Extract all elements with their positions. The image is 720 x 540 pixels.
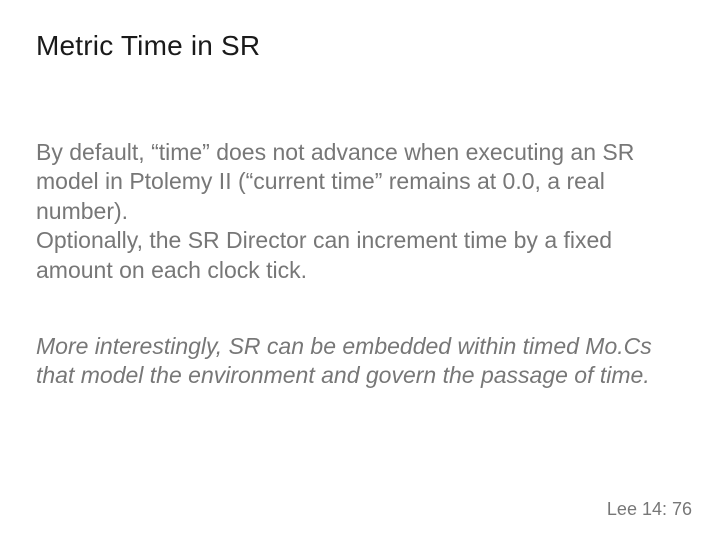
slide-footer: Lee 14: 76: [607, 499, 692, 520]
slide: Metric Time in SR By default, “time” doe…: [0, 0, 720, 540]
slide-title: Metric Time in SR: [36, 30, 260, 62]
paragraph-1: By default, “time” does not advance when…: [36, 138, 676, 285]
paragraph-2: More interestingly, SR can be embedded w…: [36, 332, 676, 391]
